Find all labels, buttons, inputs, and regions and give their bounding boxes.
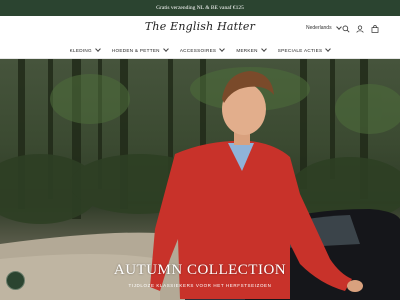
nav-item-accessoires[interactable]: ACCESSOIRES: [179, 46, 226, 53]
chevron-down-icon: [95, 46, 101, 52]
chevron-down-icon: [325, 46, 332, 52]
hero-banner[interactable]: AUTUMN COLLECTION TIJDLOZE KLASSIEKERS V…: [0, 59, 400, 300]
hero-title: AUTUMN COLLECTION: [113, 262, 287, 278]
nav-label: HOEDEN & PETTEN: [111, 47, 160, 53]
chevron-down-icon: [260, 46, 267, 52]
chat-widget-button[interactable]: [6, 271, 25, 290]
language-selector[interactable]: Nederlands: [306, 24, 342, 31]
nav-item-hoeden-petten[interactable]: HOEDEN & PETTEN: [111, 46, 169, 53]
user-icon[interactable]: [355, 24, 364, 33]
nav-label: KLEDING: [69, 47, 92, 53]
announcement-text: Gratis verzending NL & BE vanaf €125: [156, 5, 244, 11]
bag-icon[interactable]: [370, 24, 379, 33]
nav-item-kleding[interactable]: KLEDING: [69, 46, 101, 53]
announcement-bar: Gratis verzending NL & BE vanaf €125: [0, 0, 400, 16]
nav-label: SPECIALE ACTIES: [277, 47, 323, 53]
nav-label: MERKEN: [236, 47, 258, 53]
hero-subtitle: TIJDLOZE KLASSIEKERS VOOR HET HERFSTSEIZ…: [128, 283, 272, 288]
nav-item-merken[interactable]: MERKEN: [236, 46, 267, 53]
language-label: Nederlands: [306, 25, 332, 31]
nav-item-speciale-acties[interactable]: SPECIALE ACTIES: [277, 46, 332, 53]
search-icon[interactable]: [341, 24, 350, 33]
main-navigation: KLEDING HOEDEN & PETTEN ACCESSOIRES MERK…: [0, 42, 400, 59]
site-header: The English Hatter Nederlands: [0, 16, 400, 42]
nav-label: ACCESSOIRES: [179, 47, 217, 53]
chevron-down-icon: [162, 46, 169, 52]
chevron-down-icon: [219, 46, 226, 52]
